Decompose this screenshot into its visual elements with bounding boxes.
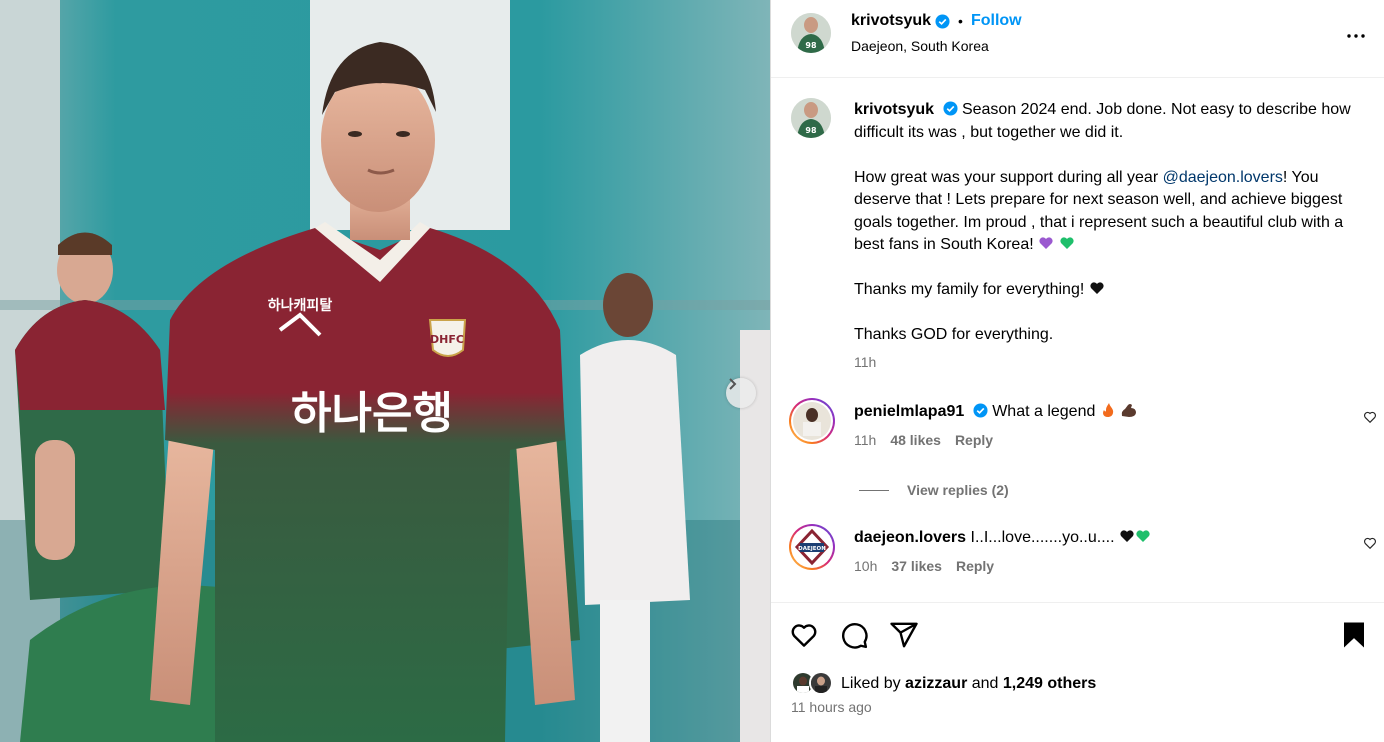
caption-author-avatar[interactable]: 98 (791, 98, 831, 138)
fire-icon (1102, 403, 1113, 417)
liked-by-first-user[interactable]: azizzaur (905, 675, 967, 693)
purple-heart-icon (1039, 237, 1053, 249)
save-bookmark-icon[interactable] (1339, 620, 1369, 650)
mention-link[interactable]: @daejeon.lovers (1163, 169, 1283, 186)
view-replies-button[interactable]: View replies (2) (859, 482, 1009, 498)
caption-username[interactable]: krivotsyuk (854, 101, 934, 118)
avatar-person-image (793, 402, 831, 440)
liker-avatar[interactable] (809, 671, 833, 695)
liked-by-prefix: Liked by (841, 675, 901, 692)
commenter-avatar[interactable]: DAEJEON (789, 524, 835, 570)
club-badge: DHFC (428, 319, 467, 357)
reply-button[interactable]: Reply (956, 558, 994, 574)
next-photo-button[interactable] (726, 378, 756, 408)
liked-by-summary: Liked by azizzaur and 1,249 others (791, 671, 1096, 697)
comment-time[interactable]: 11h (854, 432, 876, 448)
caption-p3: Thanks my family for everything! (854, 281, 1085, 298)
comment-likes[interactable]: 48 likes (890, 432, 941, 448)
share-send-icon[interactable] (889, 620, 919, 650)
post-caption: krivotsyuk Season 2024 end. Job done. No… (854, 99, 1354, 369)
comment-bubble-icon[interactable] (839, 620, 869, 650)
avatar-player-image: 98 (791, 98, 831, 138)
post-photo: DHFC 하나캐피탈 하나은행 (0, 0, 770, 742)
post-time-ago[interactable]: 11 hours ago (791, 699, 872, 715)
verified-badge-icon (942, 101, 958, 116)
more-options-icon[interactable] (1344, 24, 1368, 48)
liked-by-and: and (971, 675, 999, 692)
follow-button[interactable]: Follow (971, 12, 1022, 30)
avatar-player-image: 98 (791, 13, 831, 53)
comments-section: 98 krivotsyuk Season 2024 end. Job done.… (771, 78, 1384, 602)
view-replies-label: View replies (2) (907, 482, 1009, 498)
like-heart-icon[interactable] (789, 620, 819, 650)
verified-badge-icon (935, 13, 950, 29)
author-avatar[interactable]: 98 (791, 13, 831, 53)
comment-time[interactable]: 10h (854, 558, 877, 574)
black-heart-icon (1120, 530, 1134, 542)
caption-p2-before: How great was your support during all ye… (854, 168, 1163, 186)
post-sidebar: 98 krivotsyuk • Follow Daejeon, South Ko… (770, 0, 1384, 742)
comment-text: I..I...love.......yo..u.... (970, 529, 1115, 546)
chevron-right-icon (729, 378, 737, 390)
like-comment-heart-icon[interactable] (1363, 536, 1377, 550)
caption-p4: Thanks GOD for everything. (854, 326, 1054, 343)
svg-text:98: 98 (805, 41, 817, 50)
post-header: 98 krivotsyuk • Follow Daejeon, South Ko… (771, 0, 1384, 78)
jersey-top-sponsor: 하나캐피탈 (268, 297, 333, 314)
svg-text:98: 98 (805, 126, 817, 135)
svg-text:DAEJEON: DAEJEON (798, 546, 826, 552)
comment-likes[interactable]: 37 likes (891, 558, 942, 574)
caption-timestamp[interactable]: 11h (854, 354, 876, 370)
verified-badge-icon (973, 403, 988, 418)
jersey-sponsor: 하나은행 (291, 388, 453, 439)
commenter-username[interactable]: penielmlapa91 (854, 403, 964, 420)
post-actions: Liked by azizzaur and 1,249 others 11 ho… (771, 602, 1384, 742)
green-heart-icon (1059, 237, 1074, 249)
avatar-person-image (811, 673, 831, 693)
club-badge-text: DHFC (430, 333, 464, 346)
commenter-username[interactable]: daejeon.lovers (854, 529, 966, 546)
comment-text: What a legend (992, 403, 1096, 420)
green-heart-icon (1136, 530, 1150, 542)
post-location[interactable]: Daejeon, South Korea (851, 38, 989, 54)
view-replies-line (859, 489, 889, 491)
reply-button[interactable]: Reply (955, 432, 993, 448)
liked-by-others[interactable]: 1,249 others (1003, 675, 1096, 693)
author-username[interactable]: krivotsyuk (851, 12, 931, 30)
daejeon-lovers-logo-icon: DAEJEON (793, 528, 831, 566)
photo-player-in-tunnel: DHFC 하나캐피탈 하나은행 (0, 0, 770, 742)
commenter-avatar[interactable] (789, 398, 835, 444)
post-dialog: DHFC 하나캐피탈 하나은행 98 krivotsyuk • Follow D… (0, 0, 1384, 742)
like-comment-heart-icon[interactable] (1363, 410, 1377, 424)
separator-dot: • (958, 13, 963, 29)
flexed-biceps-icon (1122, 404, 1137, 417)
black-heart-icon (1090, 282, 1104, 294)
